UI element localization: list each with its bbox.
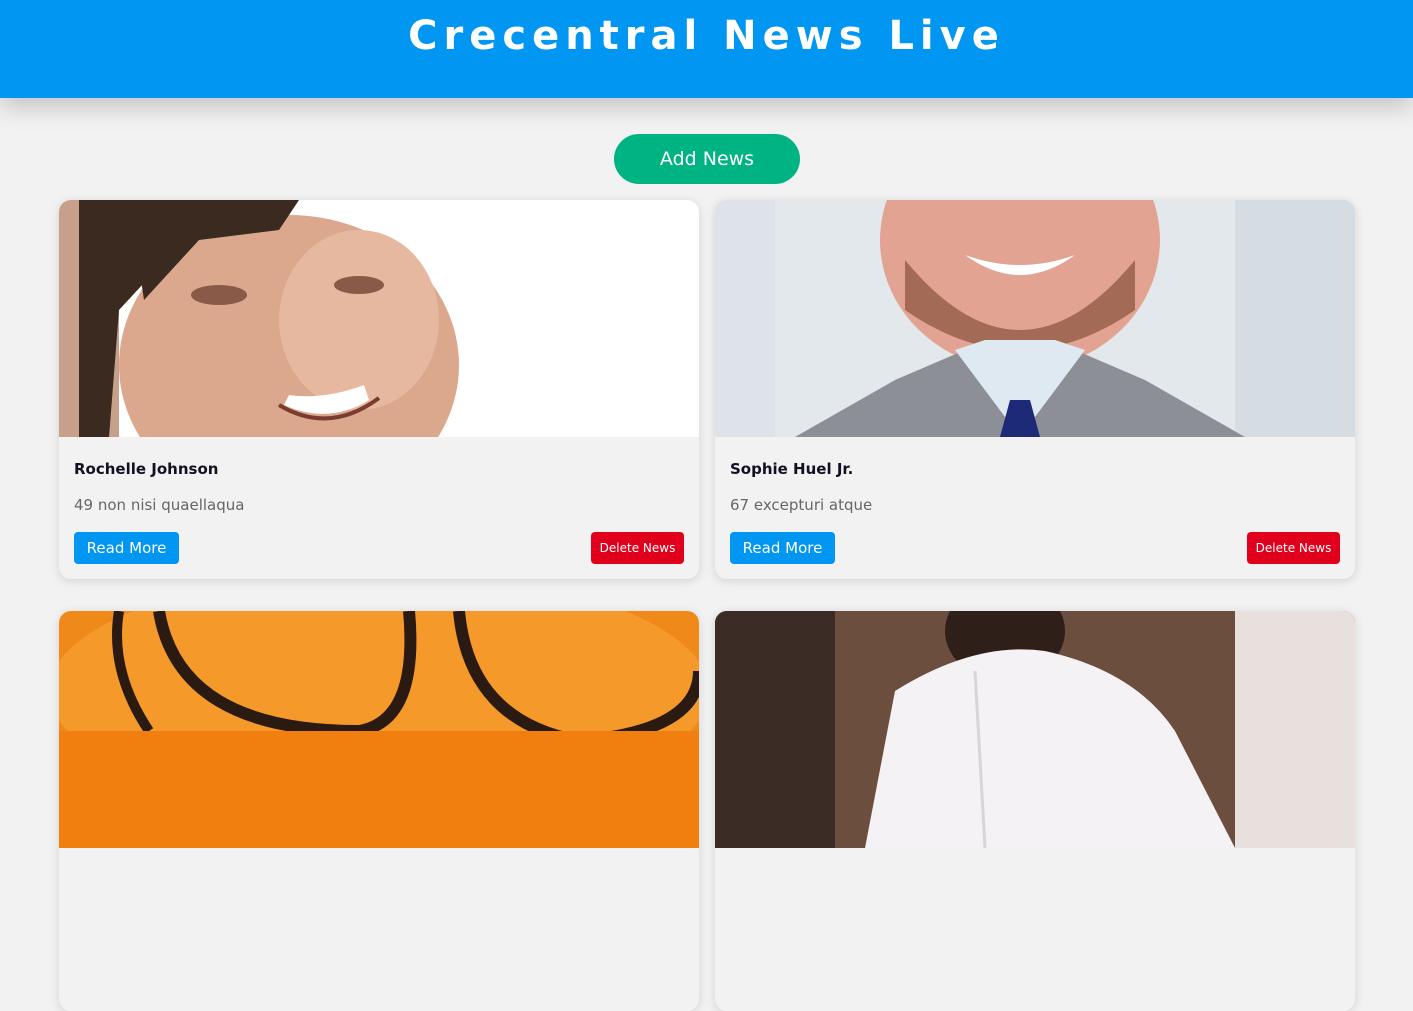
delete-news-button[interactable]: Delete News: [591, 532, 684, 564]
news-title: Rochelle Johnson: [74, 460, 219, 478]
read-more-button[interactable]: Read More: [730, 532, 835, 564]
page-title: Crecentral News Live: [408, 13, 1005, 59]
news-image: [715, 200, 1355, 437]
add-news-button[interactable]: Add News: [614, 134, 800, 184]
news-card: Sophie Huel Jr. 67 excepturi atque Read …: [715, 200, 1355, 579]
news-card: [715, 611, 1355, 1011]
read-more-button[interactable]: Read More: [74, 532, 179, 564]
delete-news-button[interactable]: Delete News: [1247, 532, 1340, 564]
news-image: [59, 200, 699, 437]
news-description: 49 non nisi quaellaqua: [74, 496, 245, 514]
news-card: [59, 611, 699, 1011]
news-image: [59, 611, 699, 848]
news-card: Rochelle Johnson 49 non nisi quaellaqua …: [59, 200, 699, 579]
news-description: 67 excepturi atque: [730, 496, 873, 514]
app-header: Crecentral News Live: [0, 0, 1413, 98]
news-title: Sophie Huel Jr.: [730, 460, 854, 478]
news-image: [715, 611, 1355, 848]
